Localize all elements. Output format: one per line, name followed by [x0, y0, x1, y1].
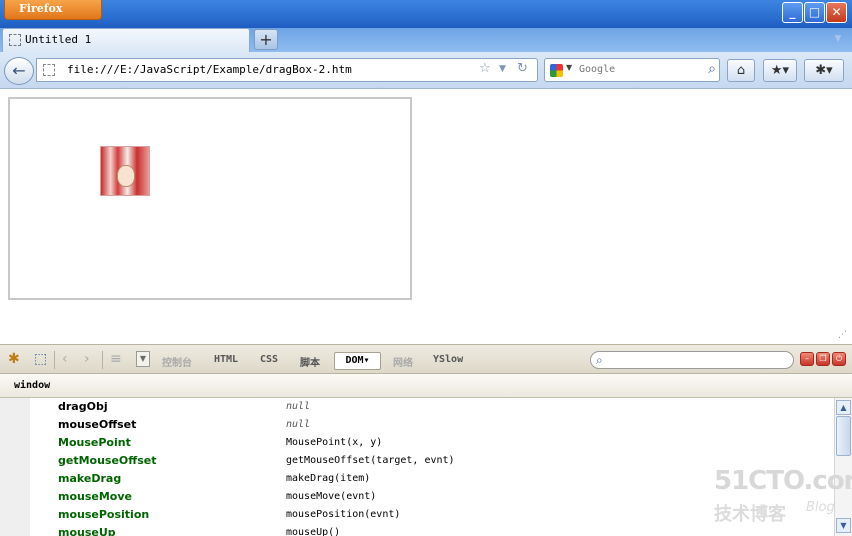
firebug-icon: ✱▾ [815, 63, 833, 78]
maximize-button[interactable]: □ [804, 2, 825, 23]
dom-property-name[interactable]: MousePoint [58, 434, 131, 452]
firebug-close-button[interactable]: ⏻ [832, 352, 846, 366]
site-identity-icon[interactable] [43, 64, 55, 76]
tab-css[interactable]: CSS [260, 354, 278, 365]
scroll-thumb[interactable] [836, 416, 851, 456]
dom-row[interactable]: makeDrag makeDrag(item) [0, 470, 834, 488]
bookmark-star-icon[interactable]: ☆ [479, 61, 491, 76]
vertical-scrollbar[interactable]: ▲ ▼ [834, 398, 852, 536]
firebug-detach-button[interactable]: ❐ [816, 352, 830, 366]
firebug-search-input[interactable]: ⌕ [590, 351, 794, 369]
options-dropdown-icon[interactable]: ▼ [136, 351, 150, 367]
reload-icon[interactable]: ↻ [517, 61, 528, 76]
dom-property-name[interactable]: dragObj [58, 398, 108, 416]
dom-property-name[interactable]: mouseUp [58, 524, 116, 536]
dom-row[interactable]: getMouseOffset getMouseOffset(target, evn… [0, 452, 834, 470]
tab-bar: Untitled 1 + ▼ [0, 28, 852, 52]
dom-property-value[interactable]: mouseMove(evnt) [286, 488, 376, 506]
dom-property-value[interactable]: mouseUp() [286, 524, 340, 536]
back-button[interactable]: ← [4, 57, 34, 85]
firebug-minimize-button[interactable]: – [800, 352, 814, 366]
dom-property-value[interactable]: getMouseOffset(target, evnt) [286, 452, 455, 470]
firebug-toolbar-button[interactable]: ✱▾ [804, 59, 844, 82]
image-subject [117, 165, 135, 187]
breadcrumb-window[interactable]: window [14, 374, 50, 398]
firebug-toolbar: ✱ ⬚ ‹ › ≡ ▼ 控制台 HTML CSS 脚本 DOM▾ 网络 YSlo… [0, 344, 852, 374]
chevron-down-icon: ▾ [363, 355, 370, 366]
toolbar-separator [54, 351, 55, 369]
inspect-element-icon[interactable]: ⬚ [34, 350, 47, 368]
address-bar[interactable]: file:///E:/JavaScript/Example/dragBox-2.… [36, 58, 538, 82]
scroll-down-icon[interactable]: ▼ [836, 518, 851, 533]
search-engine-dropdown-icon[interactable]: ▼ [566, 63, 572, 72]
search-bar[interactable]: ▼ Google ⌕ [544, 58, 720, 82]
tab-dom[interactable]: DOM▾ [334, 352, 381, 370]
draggable-image[interactable] [100, 146, 150, 196]
home-button[interactable]: ⌂ [727, 59, 755, 82]
bookmarks-icon: ★▾ [770, 63, 790, 78]
tab-html[interactable]: HTML [214, 354, 238, 365]
search-magnifier-icon[interactable]: ⌕ [708, 61, 716, 77]
drag-container-box [8, 97, 412, 300]
panel-resize-grip-icon[interactable]: ⋰ [838, 330, 850, 342]
tab-net[interactable]: 网络 [393, 354, 413, 369]
dom-property-name[interactable]: mouseOffset [58, 416, 136, 434]
dom-row[interactable]: mouseOffset null [0, 416, 834, 434]
close-window-button[interactable]: ✕ [826, 2, 847, 23]
dom-property-name[interactable]: getMouseOffset [58, 452, 156, 470]
dom-property-name[interactable]: mousePosition [58, 506, 149, 524]
navigation-toolbar: ← file:///E:/JavaScript/Example/dragBox-… [0, 52, 852, 89]
dom-row[interactable]: MousePoint MousePoint(x, y) [0, 434, 834, 452]
minimize-button[interactable]: _ [782, 2, 803, 23]
dom-panel: dragObj null mouseOffset null MousePoint Mous… [0, 398, 834, 536]
dom-row[interactable]: mousePosition mousePosition(evnt) [0, 506, 834, 524]
history-dropdown-icon[interactable]: ▼ [499, 64, 506, 74]
nav-back-icon[interactable]: ‹ [62, 350, 68, 368]
page-favicon-icon [9, 34, 21, 46]
page-content [0, 89, 852, 343]
url-text[interactable]: file:///E:/JavaScript/Example/dragBox-2.… [67, 59, 352, 81]
search-input[interactable]: Google [579, 59, 615, 81]
tab-yslow[interactable]: YSlow [433, 354, 463, 365]
dom-property-name[interactable]: makeDrag [58, 470, 121, 488]
firefox-menu-button[interactable]: Firefox [4, 0, 102, 20]
tab-untitled[interactable]: Untitled 1 [2, 28, 250, 52]
dom-property-name[interactable]: mouseMove [58, 488, 132, 506]
search-icon: ⌕ [596, 353, 603, 367]
title-bar: Firefox _ □ ✕ [0, 0, 852, 28]
tab-console[interactable]: 控制台 [162, 354, 192, 369]
toolbar-separator [102, 351, 103, 369]
new-tab-button[interactable]: + [254, 29, 278, 50]
tab-script[interactable]: 脚本 [300, 354, 320, 369]
dom-path-bar: window [0, 374, 852, 398]
tab-label: Untitled 1 [25, 33, 92, 46]
dom-property-value[interactable]: null [286, 398, 310, 416]
dom-property-value[interactable]: MousePoint(x, y) [286, 434, 382, 452]
dom-row[interactable]: mouseUp mouseUp() [0, 524, 834, 536]
tab-list-chevron-icon[interactable]: ▼ [832, 34, 844, 46]
dom-property-value[interactable]: mousePosition(evnt) [286, 506, 400, 524]
home-icon: ⌂ [736, 63, 746, 78]
list-icon[interactable]: ≡ [110, 350, 122, 368]
firebug-bug-icon[interactable]: ✱ [8, 350, 20, 368]
nav-forward-icon[interactable]: › [84, 350, 90, 368]
scroll-up-icon[interactable]: ▲ [836, 400, 851, 415]
bookmarks-menu-button[interactable]: ★▾ [763, 59, 797, 82]
google-logo-icon[interactable] [550, 64, 563, 77]
dom-property-value[interactable]: null [286, 416, 310, 434]
dom-row[interactable]: mouseMove mouseMove(evnt) [0, 488, 834, 506]
dom-property-value[interactable]: makeDrag(item) [286, 470, 370, 488]
dom-row[interactable]: dragObj null [0, 398, 834, 416]
arrow-left-icon: ← [12, 61, 26, 80]
tab-dom-label: DOM [345, 355, 364, 366]
